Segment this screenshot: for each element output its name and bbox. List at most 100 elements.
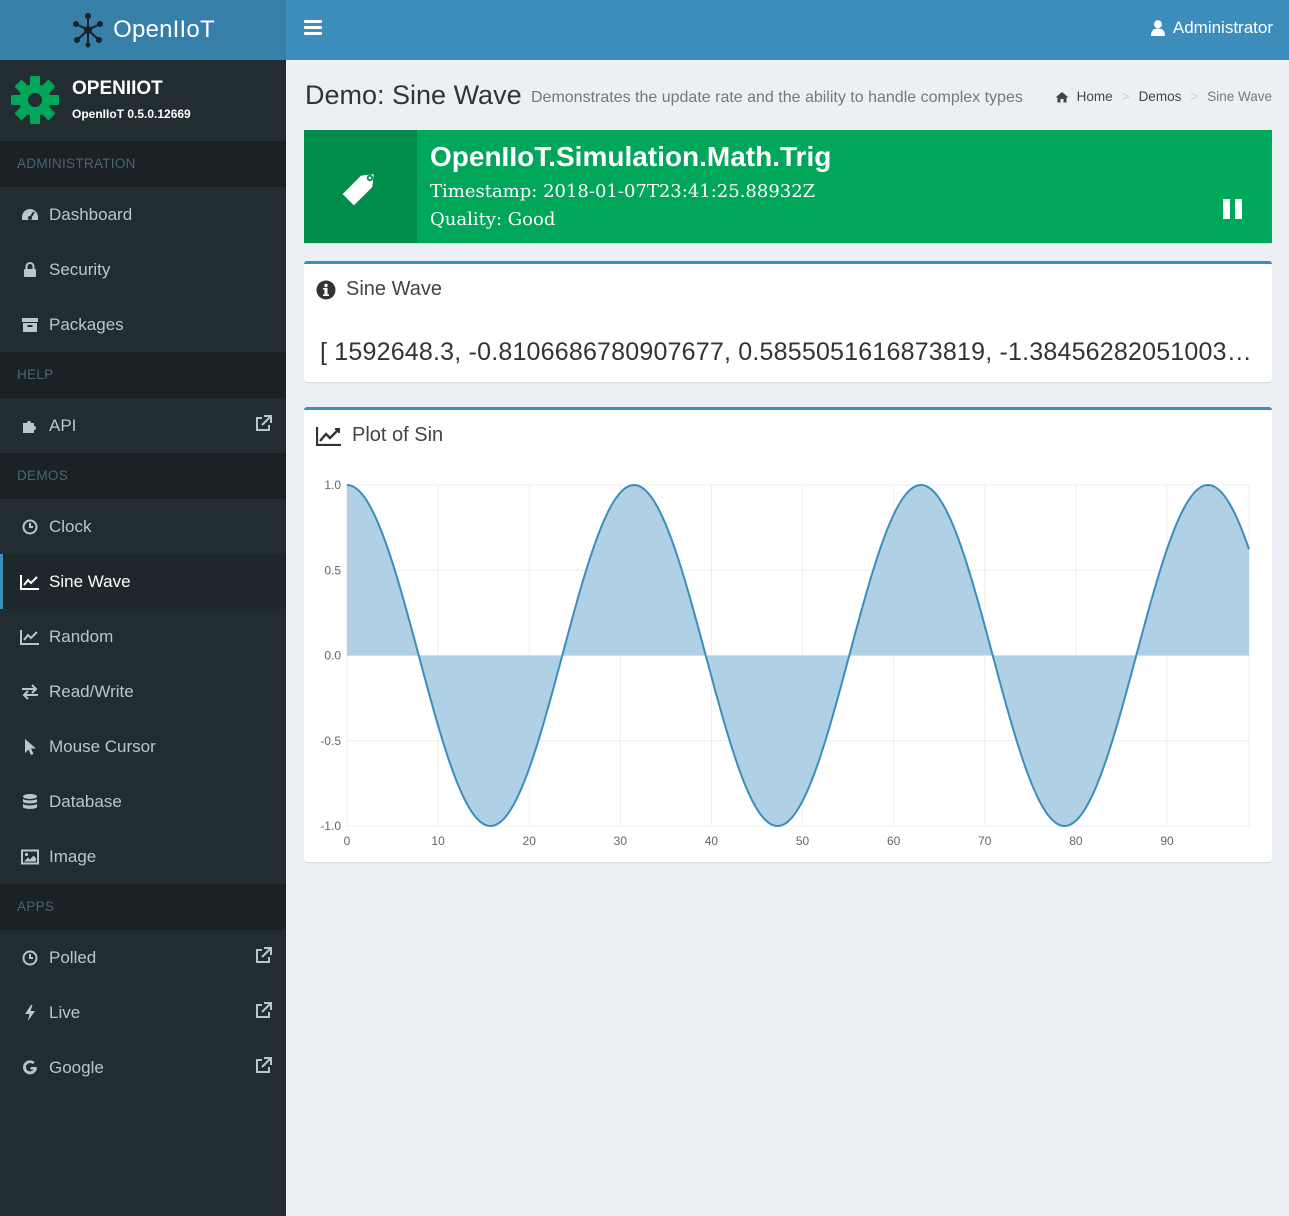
x-tick-label: 60	[887, 834, 901, 848]
item-info-box: OpenIIoT.Simulation.Math.Trig Timestamp:…	[304, 130, 1272, 243]
y-tick-label: -0.5	[320, 734, 341, 748]
plot-box: Plot of Sin 1.0 0.5 0.0 -0.5 -1.0 0 10 20 30 40 50…	[304, 407, 1272, 862]
line-chart-icon	[20, 572, 40, 592]
sidebar-item-label: Read/Write	[49, 681, 134, 701]
top-navbar: Administrator	[286, 0, 1289, 60]
puzzle-icon	[20, 416, 40, 436]
item-timestamp: Timestamp: 2018-01-07T23:41:25.88932Z	[430, 181, 816, 202]
sidebar-item-clock[interactable]: Clock	[0, 499, 286, 554]
x-tick-label: 90	[1160, 834, 1174, 848]
user-name: Administrator	[1172, 18, 1273, 37]
series-area	[347, 485, 1249, 826]
sidebar-item-label: Dashboard	[49, 204, 133, 224]
x-tick-label: 10	[431, 834, 445, 848]
sidebar-item-security[interactable]: Security	[0, 242, 286, 297]
user-icon	[1150, 20, 1165, 36]
sidebar-item-label: API	[49, 415, 77, 435]
menu-header-administration: ADMINISTRATION	[0, 141, 286, 187]
user-menu[interactable]: Administrator	[1150, 18, 1273, 38]
sidebar-item-mouse-cursor[interactable]: Mouse Cursor	[0, 719, 286, 774]
info-circle-icon	[316, 280, 336, 299]
external-link-icon	[256, 1057, 272, 1073]
x-tick-label: 0	[344, 834, 351, 848]
sidebar-item-api[interactable]: API	[0, 398, 286, 453]
google-icon	[20, 1058, 40, 1078]
x-tick-label: 30	[614, 834, 628, 848]
sidebar-item-label: Polled	[49, 947, 97, 967]
lock-icon	[20, 260, 40, 280]
tag-icon	[304, 130, 417, 243]
sidebar-item-label: Packages	[49, 314, 124, 334]
image-icon	[20, 847, 40, 867]
dashboard-icon	[20, 205, 40, 225]
home-icon	[1055, 91, 1069, 102]
menu-header-apps: APPS	[0, 884, 286, 930]
panel-app-version: OpenIIoT 0.5.0.12669	[72, 107, 191, 121]
breadcrumb-current: Sine Wave	[1207, 89, 1272, 104]
sidebar-item-packages[interactable]: Packages	[0, 297, 286, 352]
line-chart-icon	[20, 627, 40, 647]
menu-header-help: HELP	[0, 352, 286, 398]
logo[interactable]: OpenIIoT	[0, 0, 286, 60]
menu-header-demos: DEMOS	[0, 453, 286, 499]
logo-text: OpenIIoT	[113, 16, 215, 43]
panel-app-name: OPENIIOT	[72, 78, 163, 99]
sidebar-item-sine-wave[interactable]: Sine Wave	[0, 554, 286, 609]
sidebar-item-label: Live	[49, 1002, 81, 1022]
sidebar-item-read-write[interactable]: Read/Write	[0, 664, 286, 719]
sidebar-item-label: Sine Wave	[49, 571, 131, 591]
sidebar-item-live[interactable]: Live	[0, 985, 286, 1040]
sidebar-item-dashboard[interactable]: Dashboard	[0, 187, 286, 242]
breadcrumb-separator: >	[1121, 89, 1130, 104]
user-panel: OPENIIOT OpenIIoT 0.5.0.12669	[0, 60, 286, 141]
page-title: Demo: Sine Wave	[305, 80, 522, 110]
external-link-icon	[256, 415, 272, 431]
sine-wave-box: Sine Wave [ 1592648.3, -0.81066867809076…	[304, 261, 1272, 382]
bolt-icon	[20, 1003, 40, 1023]
sidebar-toggle-button[interactable]	[304, 20, 322, 38]
sine-wave-values: [ 1592648.3, -0.8106686780907677, 0.5855…	[320, 338, 1258, 366]
network-hub-icon	[73, 13, 104, 48]
sidebar-item-label: Random	[49, 626, 114, 646]
exchange-icon	[20, 682, 40, 702]
x-tick-label: 20	[523, 834, 537, 848]
x-tick-label: 70	[978, 834, 992, 848]
sidebar-item-polled[interactable]: Polled	[0, 930, 286, 985]
sidebar-item-label: Image	[49, 846, 97, 866]
clock-icon	[20, 948, 40, 968]
database-icon	[20, 792, 40, 812]
breadcrumb: Home > Demos > Sine Wave	[1055, 89, 1272, 104]
sidebar-item-label: Google	[49, 1057, 104, 1077]
external-link-icon	[256, 947, 272, 963]
y-tick-label: 0.0	[324, 649, 341, 663]
box-title-text: Sine Wave	[346, 278, 442, 300]
sidebar-item-label: Database	[49, 791, 122, 811]
archive-icon	[20, 315, 40, 335]
x-tick-label: 80	[1069, 834, 1083, 848]
gear-icon	[11, 76, 59, 124]
x-tick-label: 50	[796, 834, 810, 848]
item-fqn: OpenIIoT.Simulation.Math.Trig	[430, 141, 832, 172]
breadcrumb-demos[interactable]: Demos	[1139, 89, 1182, 104]
sidebar-item-label: Security	[49, 259, 111, 279]
external-link-icon	[256, 1002, 272, 1018]
x-tick-label: 40	[705, 834, 719, 848]
content-header: Demo: Sine Wave Demonstrates the update …	[305, 78, 1272, 118]
sidebar-item-image[interactable]: Image	[0, 829, 286, 884]
item-quality: Quality: Good	[430, 209, 556, 230]
box-title: Sine Wave	[316, 278, 442, 301]
sidebar-item-label: Mouse Cursor	[49, 736, 156, 756]
clock-icon	[20, 517, 40, 537]
sidebar-item-random[interactable]: Random	[0, 609, 286, 664]
sidebar-item-label: Clock	[49, 516, 92, 536]
pause-button[interactable]	[1223, 199, 1243, 219]
sidebar-item-google[interactable]: Google	[0, 1040, 286, 1095]
y-tick-label: 0.5	[324, 563, 341, 577]
page-subtitle: Demonstrates the update rate and the abi…	[531, 89, 1023, 106]
sine-plot-chart: 1.0 0.5 0.0 -0.5 -1.00 10 20 30 40 50 60 70 80 90	[320, 478, 1250, 848]
mouse-pointer-icon	[20, 737, 40, 757]
sidebar-item-database[interactable]: Database	[0, 774, 286, 829]
breadcrumb-separator: >	[1190, 89, 1199, 104]
breadcrumb-home[interactable]: Home	[1077, 89, 1113, 104]
sidebar: OPENIIOT OpenIIoT 0.5.0.12669 ADMINISTRA…	[0, 60, 286, 1216]
